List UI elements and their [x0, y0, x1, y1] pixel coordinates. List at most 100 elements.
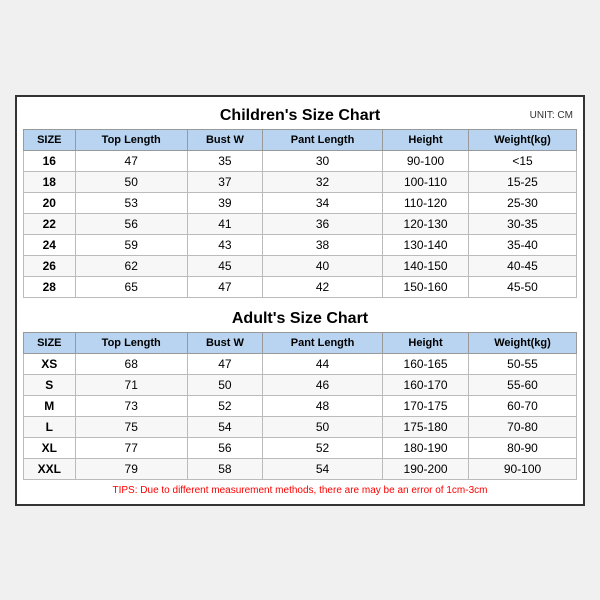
table-cell: 28: [24, 276, 76, 297]
table-cell: XXL: [24, 458, 76, 479]
table-cell: 71: [75, 374, 187, 395]
table-cell: 65: [75, 276, 187, 297]
adults-col-weight: Weight(kg): [469, 332, 577, 353]
table-cell: 175-180: [383, 416, 469, 437]
children-title-row: Children's Size Chart UNIT: CM: [23, 103, 577, 129]
chart-container: Children's Size Chart UNIT: CM SIZE Top …: [15, 95, 585, 506]
children-header-row: SIZE Top Length Bust W Pant Length Heigh…: [24, 129, 577, 150]
table-cell: 54: [262, 458, 382, 479]
table-row: XS684744160-16550-55: [24, 353, 577, 374]
adults-title-row: Adult's Size Chart: [23, 306, 577, 332]
table-cell: M: [24, 395, 76, 416]
table-cell: 34: [262, 192, 382, 213]
table-cell: 130-140: [383, 234, 469, 255]
table-cell: 40-45: [469, 255, 577, 276]
table-cell: 37: [187, 171, 262, 192]
section-gap: [23, 298, 577, 306]
table-row: 22564136120-13030-35: [24, 213, 577, 234]
table-cell: 15-25: [469, 171, 577, 192]
table-cell: 22: [24, 213, 76, 234]
table-cell: 41: [187, 213, 262, 234]
table-cell: 47: [187, 353, 262, 374]
table-cell: 50: [75, 171, 187, 192]
table-cell: <15: [469, 150, 577, 171]
adults-col-height: Height: [383, 332, 469, 353]
children-col-height: Height: [383, 129, 469, 150]
table-cell: 58: [187, 458, 262, 479]
table-row: XL775652180-19080-90: [24, 437, 577, 458]
table-row: M735248170-17560-70: [24, 395, 577, 416]
adults-header-row: SIZE Top Length Bust W Pant Length Heigh…: [24, 332, 577, 353]
table-cell: 100-110: [383, 171, 469, 192]
table-cell: S: [24, 374, 76, 395]
table-cell: 47: [75, 150, 187, 171]
table-cell: 20: [24, 192, 76, 213]
children-col-pant-length: Pant Length: [262, 129, 382, 150]
table-cell: 190-200: [383, 458, 469, 479]
table-cell: 60-70: [469, 395, 577, 416]
table-cell: 54: [187, 416, 262, 437]
table-cell: 56: [187, 437, 262, 458]
table-cell: 32: [262, 171, 382, 192]
table-cell: 30: [262, 150, 382, 171]
table-cell: 53: [75, 192, 187, 213]
table-cell: 70-80: [469, 416, 577, 437]
table-cell: 18: [24, 171, 76, 192]
tips-row: TIPS: Due to different measurement metho…: [23, 480, 577, 498]
table-cell: 90-100: [383, 150, 469, 171]
table-cell: 40: [262, 255, 382, 276]
table-cell: 47: [187, 276, 262, 297]
table-cell: 50: [262, 416, 382, 437]
table-row: 28654742150-16045-50: [24, 276, 577, 297]
table-cell: 73: [75, 395, 187, 416]
table-cell: 36: [262, 213, 382, 234]
table-cell: 160-165: [383, 353, 469, 374]
table-cell: 80-90: [469, 437, 577, 458]
children-col-size: SIZE: [24, 129, 76, 150]
table-cell: 35-40: [469, 234, 577, 255]
table-cell: 110-120: [383, 192, 469, 213]
table-row: 18503732100-11015-25: [24, 171, 577, 192]
table-cell: 24: [24, 234, 76, 255]
table-cell: L: [24, 416, 76, 437]
table-cell: 35: [187, 150, 262, 171]
adults-table: SIZE Top Length Bust W Pant Length Heigh…: [23, 332, 577, 480]
table-cell: 50: [187, 374, 262, 395]
table-row: 20533934110-12025-30: [24, 192, 577, 213]
table-cell: 62: [75, 255, 187, 276]
table-cell: XS: [24, 353, 76, 374]
table-row: 26624540140-15040-45: [24, 255, 577, 276]
table-cell: 16: [24, 150, 76, 171]
table-cell: 150-160: [383, 276, 469, 297]
table-cell: 48: [262, 395, 382, 416]
table-cell: 52: [187, 395, 262, 416]
children-col-top-length: Top Length: [75, 129, 187, 150]
adults-col-size: SIZE: [24, 332, 76, 353]
table-row: 24594338130-14035-40: [24, 234, 577, 255]
table-cell: 38: [262, 234, 382, 255]
table-cell: 52: [262, 437, 382, 458]
table-cell: 26: [24, 255, 76, 276]
adults-col-pant-length: Pant Length: [262, 332, 382, 353]
table-cell: 44: [262, 353, 382, 374]
table-cell: 42: [262, 276, 382, 297]
table-cell: 56: [75, 213, 187, 234]
table-cell: 160-170: [383, 374, 469, 395]
table-cell: 50-55: [469, 353, 577, 374]
children-col-weight: Weight(kg): [469, 129, 577, 150]
unit-label: UNIT: CM: [530, 110, 573, 121]
table-cell: 45-50: [469, 276, 577, 297]
table-cell: 68: [75, 353, 187, 374]
table-row: L755450175-18070-80: [24, 416, 577, 437]
children-table: SIZE Top Length Bust W Pant Length Heigh…: [23, 129, 577, 298]
adults-title: Adult's Size Chart: [232, 310, 368, 328]
table-cell: 75: [75, 416, 187, 437]
table-row: 1647353090-100<15: [24, 150, 577, 171]
adults-col-bust-w: Bust W: [187, 332, 262, 353]
table-cell: 77: [75, 437, 187, 458]
table-cell: 90-100: [469, 458, 577, 479]
children-title: Children's Size Chart: [220, 107, 380, 125]
table-cell: 45: [187, 255, 262, 276]
table-cell: XL: [24, 437, 76, 458]
children-col-bust-w: Bust W: [187, 129, 262, 150]
